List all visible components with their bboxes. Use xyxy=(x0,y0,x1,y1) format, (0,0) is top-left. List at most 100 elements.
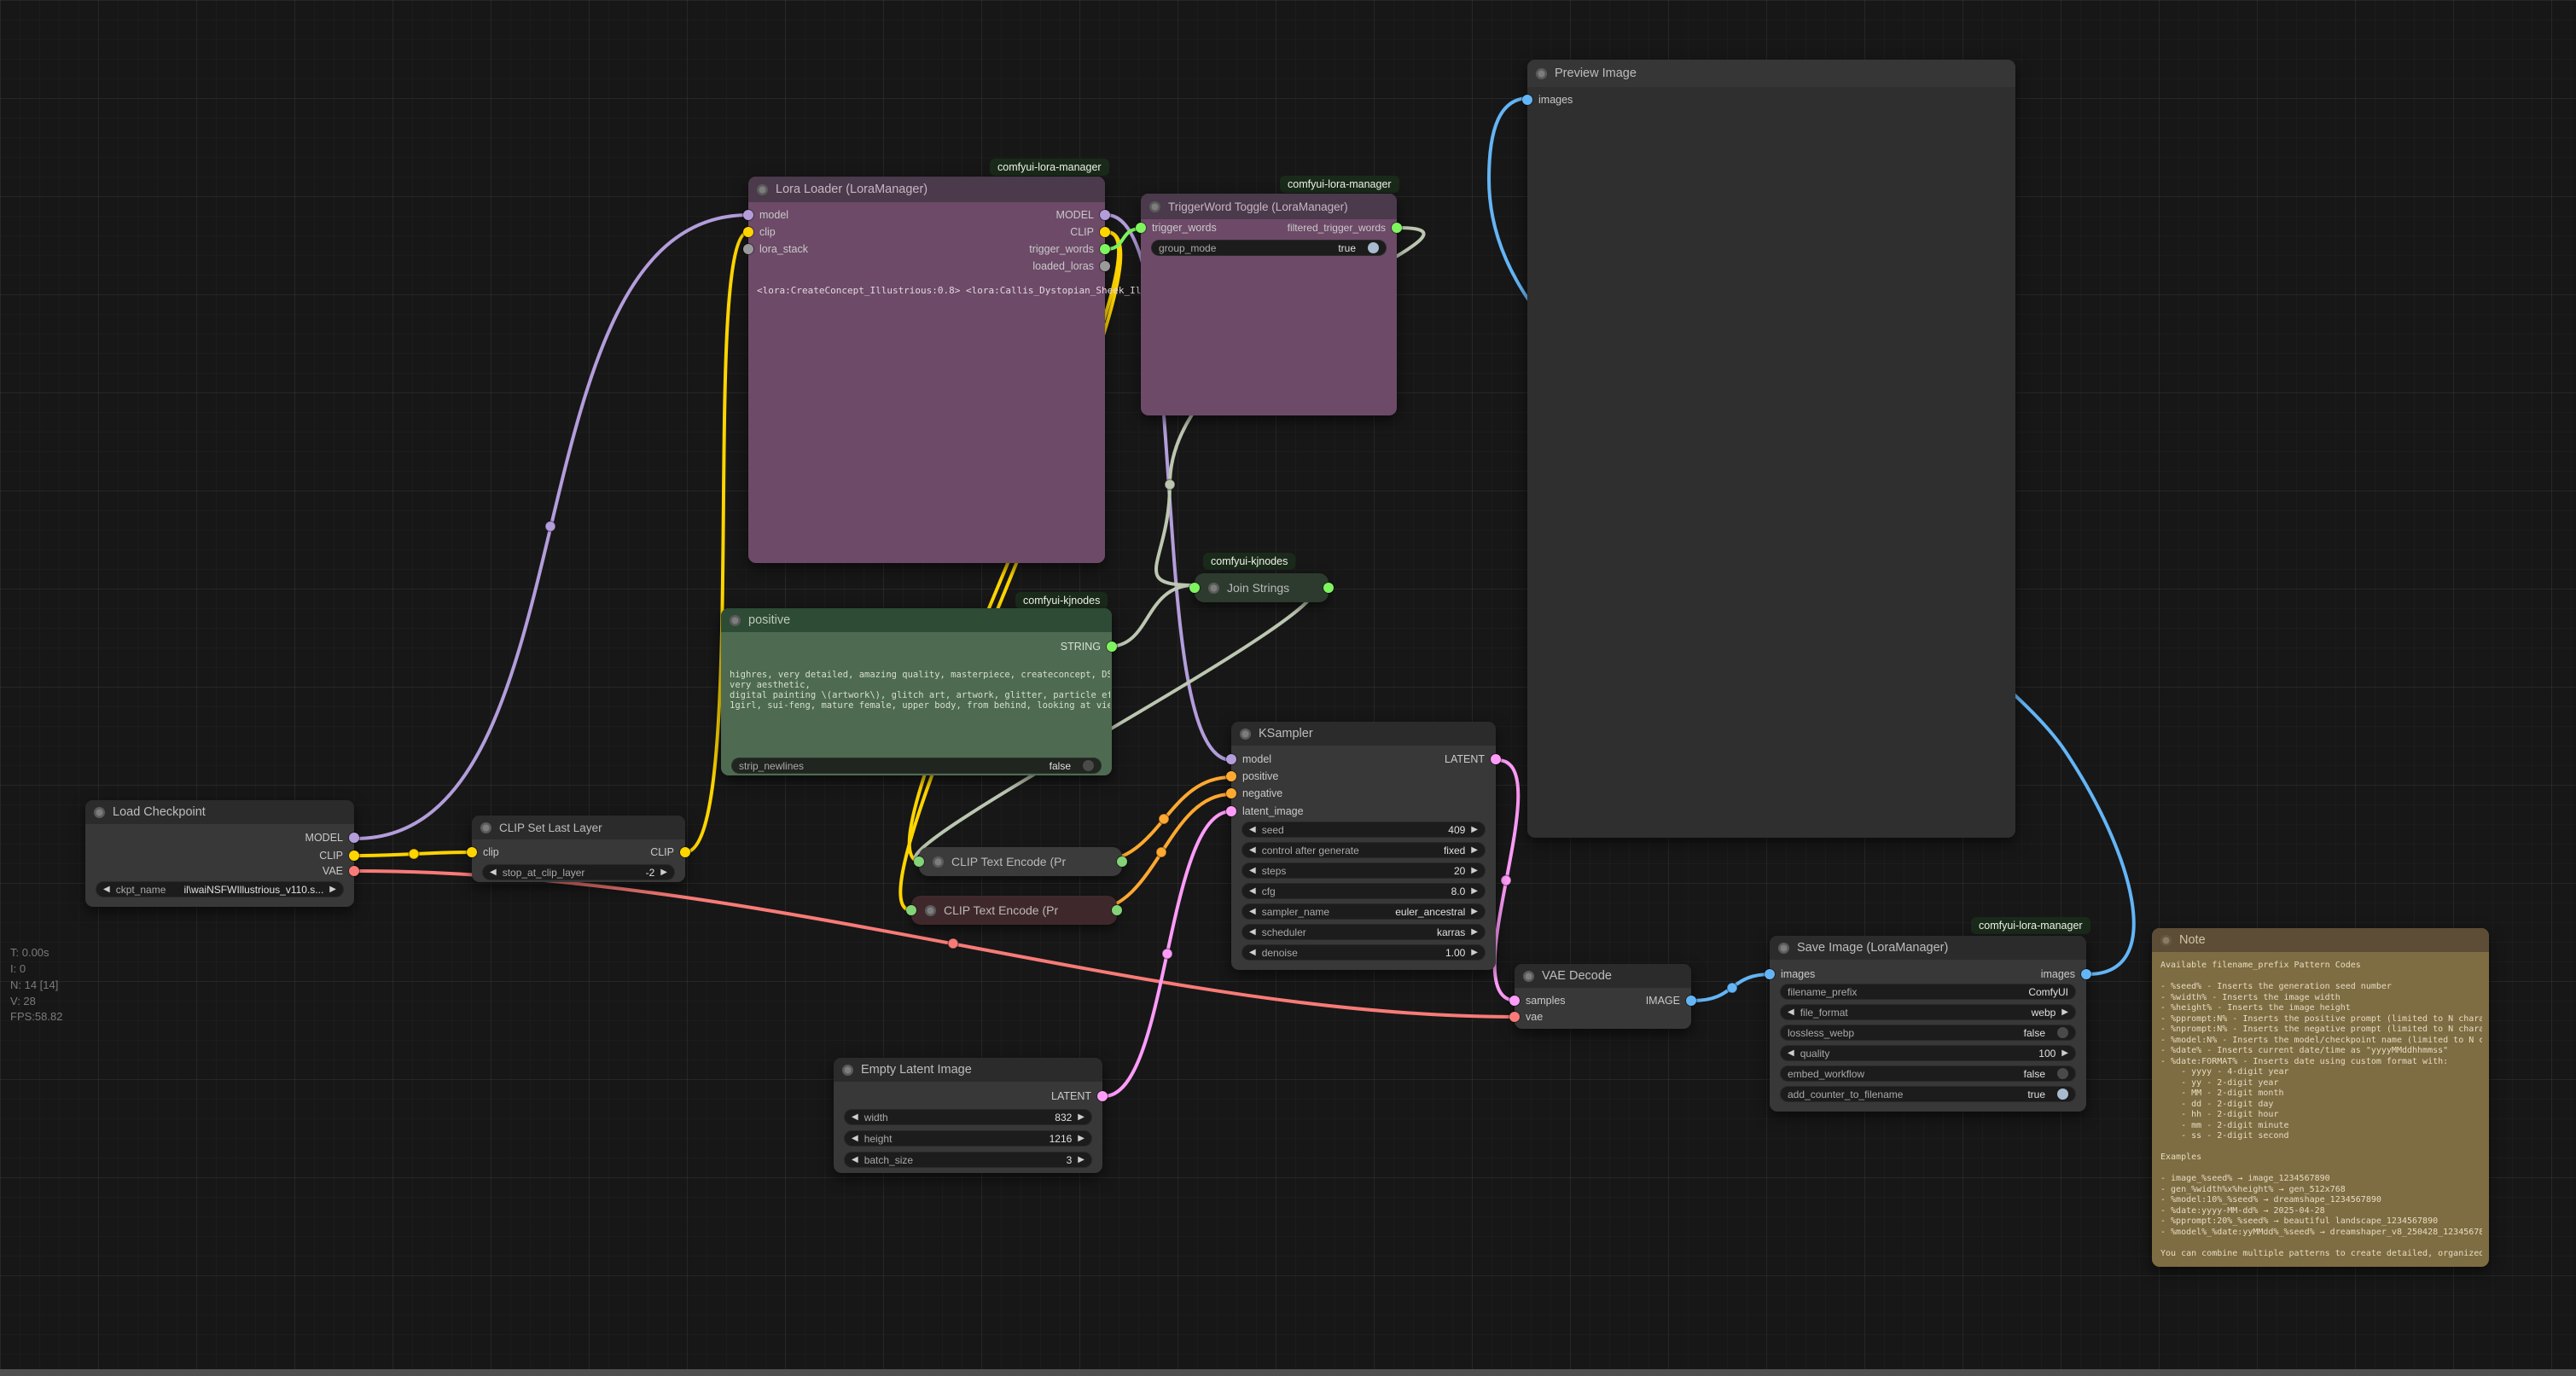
node-clip-text-encode-positive-collapsed[interactable]: CLIP Text Encode (Pr xyxy=(919,847,1122,876)
output-string-slot[interactable]: STRING xyxy=(1061,639,1117,654)
prompt-text[interactable]: highres, very detailed, amazing quality,… xyxy=(730,670,1110,752)
toggle-on-icon[interactable] xyxy=(2057,1089,2068,1100)
quality-widget[interactable]: ◀quality100▶ xyxy=(1780,1045,2076,1061)
collapse-dot-icon[interactable] xyxy=(1523,971,1534,982)
width-widget[interactable]: ◀width832▶ xyxy=(844,1109,1092,1125)
prev-arrow-icon[interactable]: ◀ xyxy=(490,868,497,877)
model-slot-dot-icon[interactable] xyxy=(349,833,359,843)
strip-newlines-toggle-widget[interactable]: strip_newlines false xyxy=(731,758,1102,774)
ckpt-name-widget[interactable]: ◀ ckpt_name il\waiNSFWIllustrious_v110.s… xyxy=(96,881,344,897)
node-title-bar[interactable]: Save Image (LoraManager) xyxy=(1770,936,2086,960)
model-slot-dot-icon[interactable] xyxy=(743,210,753,220)
node-lora-loader[interactable]: Lora Loader (LoraManager) model clip lor… xyxy=(748,177,1105,563)
node-title-bar[interactable]: Empty Latent Image xyxy=(834,1058,1102,1082)
collapse-dot-icon[interactable] xyxy=(842,1065,853,1076)
vae-slot-dot-icon[interactable] xyxy=(1509,1012,1520,1022)
string-slot-dot-icon[interactable] xyxy=(1392,223,1402,233)
collapsed-input-dot-icon[interactable] xyxy=(1189,583,1200,593)
input-model-slot[interactable]: model xyxy=(1226,752,1271,767)
group-mode-toggle-widget[interactable]: group_mode true xyxy=(1151,240,1387,256)
denoise-widget[interactable]: ◀denoise1.00▶ xyxy=(1241,944,1486,961)
next-arrow-icon[interactable]: ▶ xyxy=(1471,846,1478,855)
string-slot-dot-icon[interactable] xyxy=(1107,642,1117,652)
prev-arrow-icon[interactable]: ◀ xyxy=(852,1113,858,1122)
output-vae-slot[interactable]: VAE xyxy=(323,863,359,879)
seed-widget[interactable]: ◀seed409▶ xyxy=(1241,822,1486,838)
collapse-dot-icon[interactable] xyxy=(757,184,768,195)
collapse-dot-icon[interactable] xyxy=(925,905,936,916)
node-title-bar[interactable]: VAE Decode xyxy=(1515,964,1691,988)
output-image-slot[interactable]: IMAGE xyxy=(1646,993,1696,1008)
next-arrow-icon[interactable]: ▶ xyxy=(1471,826,1478,834)
output-clip-slot[interactable]: CLIP xyxy=(1070,224,1110,240)
clip-slot-dot-icon[interactable] xyxy=(680,847,690,857)
node-ksampler[interactable]: KSampler model positive negative latent_… xyxy=(1231,722,1496,970)
input-latent-image-slot[interactable]: latent_image xyxy=(1226,804,1304,819)
next-arrow-icon[interactable]: ▶ xyxy=(1471,908,1478,916)
embed-workflow-toggle-widget[interactable]: embed_workflowfalse xyxy=(1780,1065,2076,1082)
clip-slot-dot-icon[interactable] xyxy=(743,227,753,237)
prev-arrow-icon[interactable]: ◀ xyxy=(852,1156,858,1164)
steps-widget[interactable]: ◀steps20▶ xyxy=(1241,862,1486,879)
next-arrow-icon[interactable]: ▶ xyxy=(1078,1156,1084,1164)
batch-size-widget[interactable]: ◀batch_size3▶ xyxy=(844,1152,1092,1168)
node-title-bar[interactable]: TriggerWord Toggle (LoraManager) xyxy=(1141,194,1397,219)
node-title-bar[interactable]: Preview Image xyxy=(1527,60,2015,87)
collapse-dot-icon[interactable] xyxy=(1149,201,1160,212)
node-join-strings-collapsed[interactable]: Join Strings xyxy=(1195,573,1329,602)
add-counter-toggle-widget[interactable]: add_counter_to_filenametrue xyxy=(1780,1086,2076,1102)
input-negative-slot[interactable]: negative xyxy=(1226,786,1282,801)
collapsed-input-dot-icon[interactable] xyxy=(906,905,916,915)
prev-arrow-icon[interactable]: ◀ xyxy=(103,885,110,894)
clip-slot-dot-icon[interactable] xyxy=(467,847,477,857)
input-clip-slot[interactable]: clip xyxy=(743,224,776,240)
output-latent-slot[interactable]: LATENT xyxy=(1445,752,1501,767)
input-vae-slot[interactable]: vae xyxy=(1509,1009,1543,1025)
prev-arrow-icon[interactable]: ◀ xyxy=(1249,908,1256,916)
prev-arrow-icon[interactable]: ◀ xyxy=(1249,887,1256,896)
sampler-name-widget[interactable]: ◀sampler_nameeuler_ancestral▶ xyxy=(1241,903,1486,920)
node-save-image[interactable]: Save Image (LoraManager) images images f… xyxy=(1770,936,2086,1112)
input-model-slot[interactable]: model xyxy=(743,207,788,223)
output-clip-slot[interactable]: CLIP xyxy=(319,848,359,863)
string-slot-dot-icon[interactable] xyxy=(1100,244,1110,254)
node-clip-text-encode-negative-collapsed[interactable]: CLIP Text Encode (Pr xyxy=(911,896,1117,925)
output-images-slot[interactable]: images xyxy=(2041,967,2091,982)
prev-arrow-icon[interactable]: ◀ xyxy=(1249,949,1256,957)
output-loaded-loras-slot[interactable]: loaded_loras xyxy=(1032,258,1110,274)
collapse-dot-icon[interactable] xyxy=(1240,729,1251,740)
model-slot-dot-icon[interactable] xyxy=(1100,210,1110,220)
prev-arrow-icon[interactable]: ◀ xyxy=(1249,846,1256,855)
prev-arrow-icon[interactable]: ◀ xyxy=(852,1135,858,1143)
next-arrow-icon[interactable]: ▶ xyxy=(2061,1008,2068,1017)
image-slot-dot-icon[interactable] xyxy=(1686,996,1696,1006)
node-graph-canvas[interactable]: T: 0.00s I: 0 N: 14 [14] V: 28 FPS:58.82… xyxy=(0,0,2576,1376)
node-vae-decode[interactable]: VAE Decode samples vae IMAGE xyxy=(1515,964,1691,1029)
output-trigger-words-slot[interactable]: trigger_words xyxy=(1029,241,1110,257)
input-images-slot[interactable]: images xyxy=(1765,967,1815,982)
file-format-widget[interactable]: ◀file_formatwebp▶ xyxy=(1780,1004,2076,1020)
next-arrow-icon[interactable]: ▶ xyxy=(329,885,336,894)
latent-slot-dot-icon[interactable] xyxy=(1491,754,1501,764)
node-title-bar[interactable]: CLIP Set Last Layer xyxy=(472,816,685,839)
input-images-slot[interactable]: images xyxy=(1522,92,1573,107)
clip-slot-dot-icon[interactable] xyxy=(349,851,359,861)
output-filtered-trigger-words-slot[interactable]: filtered_trigger_words xyxy=(1288,220,1402,235)
image-slot-dot-icon[interactable] xyxy=(1522,95,1532,105)
image-slot-dot-icon[interactable] xyxy=(1765,969,1775,979)
cfg-widget[interactable]: ◀cfg8.0▶ xyxy=(1241,883,1486,899)
toggle-off-icon[interactable] xyxy=(2057,1027,2068,1038)
node-preview-image[interactable]: Preview Image images xyxy=(1527,60,2015,838)
clip-slot-dot-icon[interactable] xyxy=(1100,227,1110,237)
next-arrow-icon[interactable]: ▶ xyxy=(1471,928,1478,937)
string-slot-dot-icon[interactable] xyxy=(1136,223,1146,233)
node-title-bar[interactable]: Note xyxy=(2152,928,2489,952)
input-lora-stack-slot[interactable]: lora_stack xyxy=(743,241,808,257)
lossless-webp-toggle-widget[interactable]: lossless_webpfalse xyxy=(1780,1025,2076,1041)
control-after-generate-widget[interactable]: ◀control after generatefixed▶ xyxy=(1241,842,1486,858)
collapse-dot-icon[interactable] xyxy=(1536,68,1547,79)
toggle-off-icon[interactable] xyxy=(1083,760,1094,771)
next-arrow-icon[interactable]: ▶ xyxy=(1078,1135,1084,1143)
latent-slot-dot-icon[interactable] xyxy=(1226,806,1236,816)
output-model-slot[interactable]: MODEL xyxy=(305,830,359,845)
